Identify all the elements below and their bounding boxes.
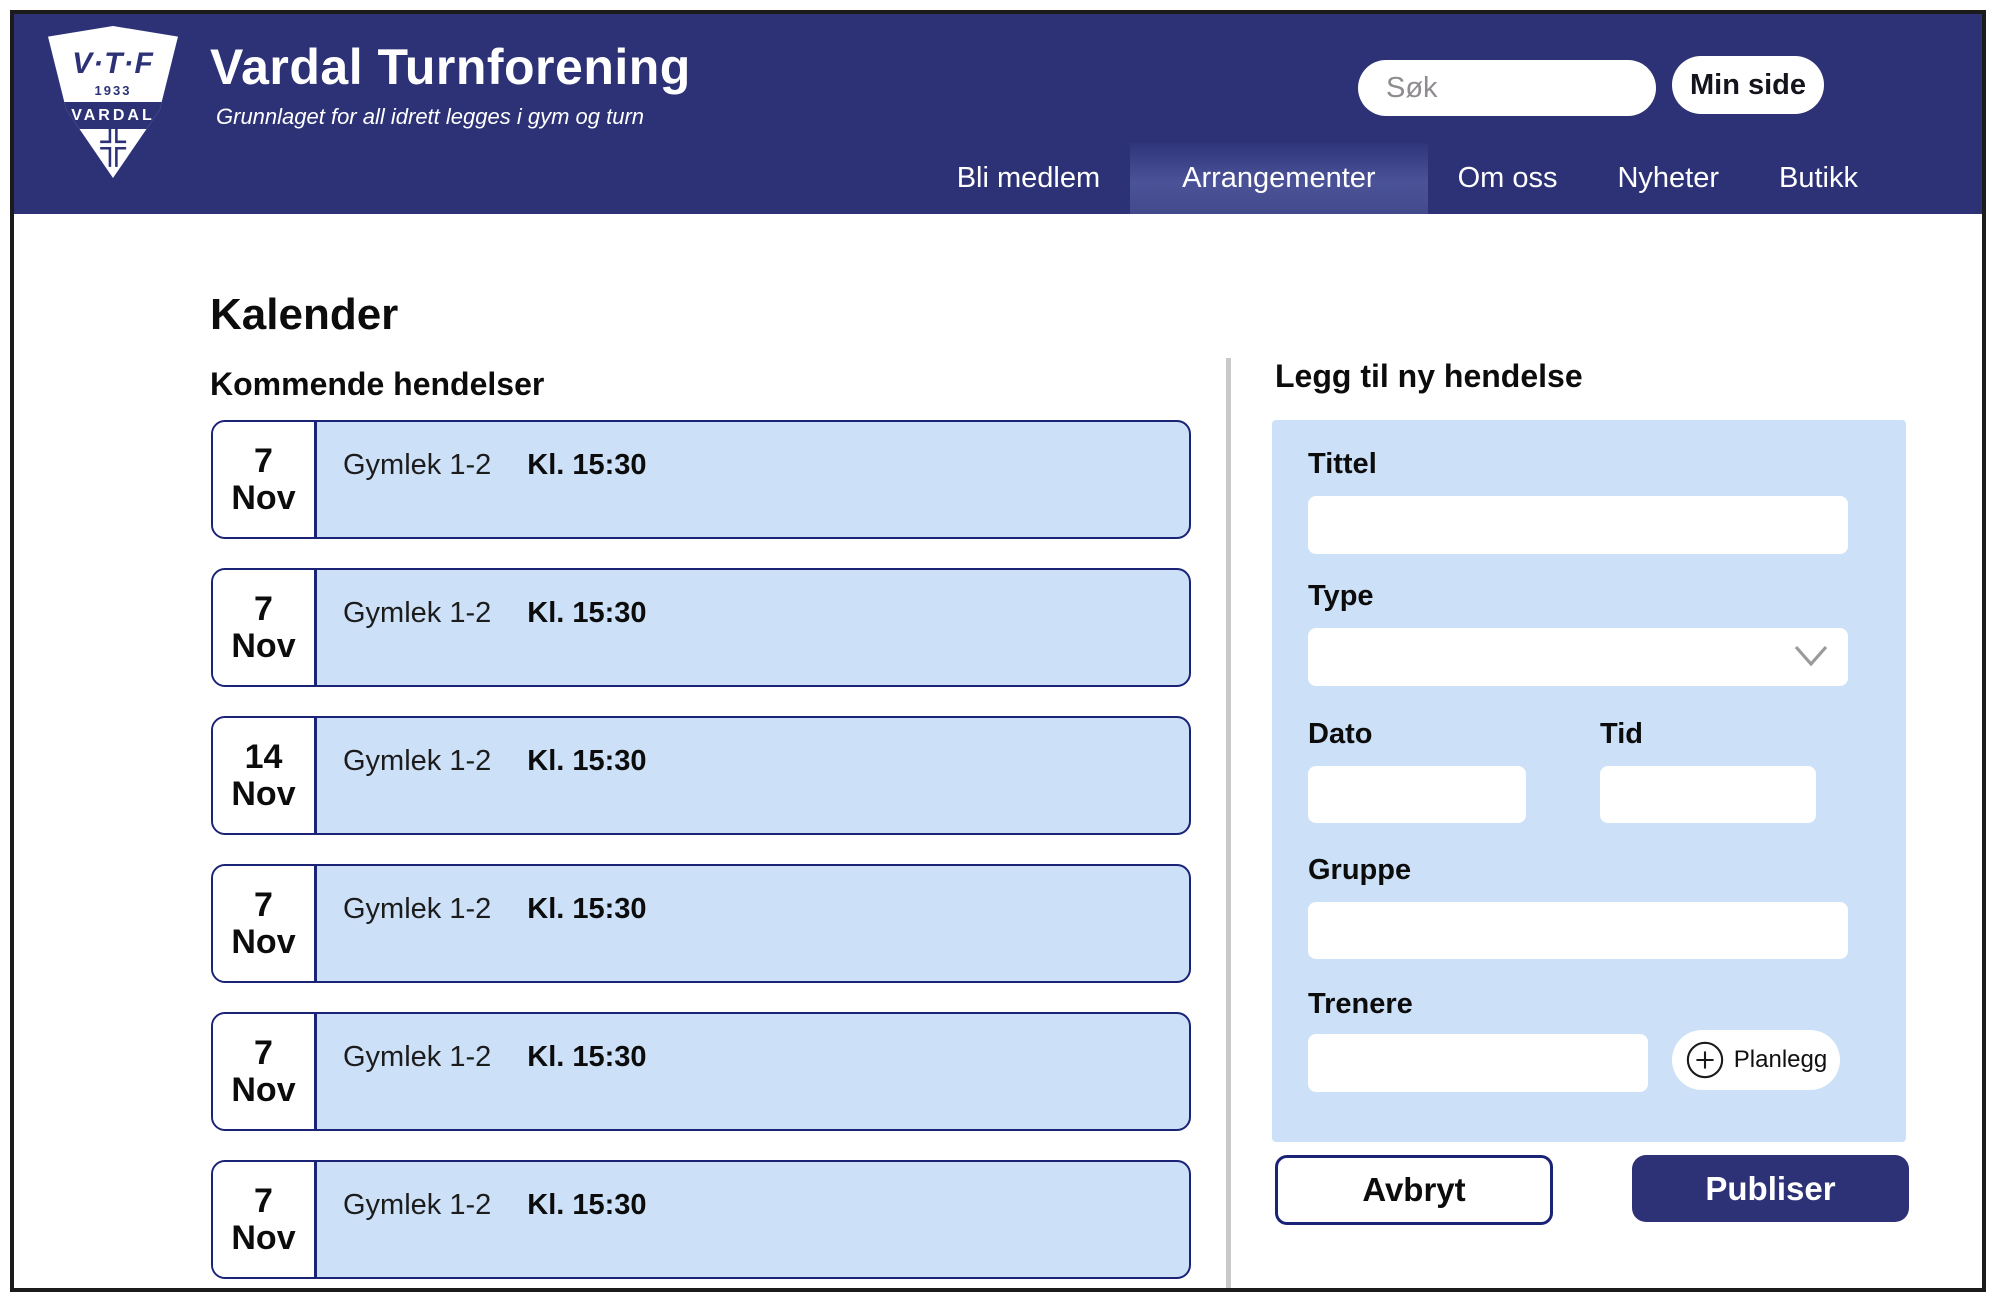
event-card-body: Gymlek 1-2 Kl. 15:30 [317, 1162, 647, 1277]
event-month: Nov [231, 1221, 295, 1255]
main-nav: Bli medlem Arrangementer Om oss Nyheter … [927, 143, 1888, 214]
publish-button[interactable]: Publiser [1632, 1155, 1909, 1222]
trainers-input[interactable] [1308, 1034, 1648, 1092]
logo-cross-icon: ╬ [48, 126, 178, 162]
event-month: Nov [231, 777, 295, 811]
schedule-button[interactable]: Planlegg [1672, 1030, 1840, 1090]
nav-item-bli-medlem[interactable]: Bli medlem [927, 143, 1130, 214]
event-title: Gymlek 1-2 [343, 893, 491, 981]
title-input[interactable] [1308, 496, 1848, 554]
site-tagline: Grunnlaget for all idrett legges i gym o… [216, 104, 644, 130]
club-logo: V·T·F 1933 VARDAL ╬ [48, 26, 178, 178]
event-date-badge: 7 Nov [213, 1014, 317, 1129]
event-date-badge: 14 Nov [213, 718, 317, 833]
logo-shield: V·T·F 1933 VARDAL ╬ [48, 26, 178, 178]
event-list: 7 Nov Gymlek 1-2 Kl. 15:30 7 Nov Gymlek … [211, 420, 1191, 1292]
event-date-badge: 7 Nov [213, 422, 317, 537]
nav-item-butikk[interactable]: Butikk [1749, 143, 1888, 214]
event-date-badge: 7 Nov [213, 570, 317, 685]
time-label: Tid [1600, 718, 1643, 751]
event-card[interactable]: 14 Nov Gymlek 1-2 Kl. 15:30 [211, 716, 1191, 835]
page-canvas: V·T·F 1933 VARDAL ╬ Vardal Turnforening … [0, 0, 1992, 1310]
type-label: Type [1308, 580, 1374, 613]
event-card[interactable]: 7 Nov Gymlek 1-2 Kl. 15:30 [211, 864, 1191, 983]
site-title: Vardal Turnforening [210, 38, 691, 96]
page-title: Kalender [210, 290, 398, 340]
event-title: Gymlek 1-2 [343, 597, 491, 685]
nav-item-om-oss[interactable]: Om oss [1428, 143, 1588, 214]
nav-item-arrangementer[interactable]: Arrangementer [1130, 143, 1427, 214]
my-page-button[interactable]: Min side [1672, 56, 1824, 114]
schedule-button-label: Planlegg [1734, 1046, 1827, 1074]
event-card[interactable]: 7 Nov Gymlek 1-2 Kl. 15:30 [211, 1012, 1191, 1131]
event-time: Kl. 15:30 [527, 597, 646, 685]
add-event-panel: Tittel Type Dato Tid Gruppe Trenere [1272, 420, 1906, 1142]
group-label: Gruppe [1308, 854, 1411, 887]
search-box[interactable] [1358, 60, 1656, 116]
event-card-body: Gymlek 1-2 Kl. 15:30 [317, 718, 647, 833]
event-title: Gymlek 1-2 [343, 1189, 491, 1277]
event-time: Kl. 15:30 [527, 893, 646, 981]
date-label: Dato [1308, 718, 1372, 751]
upcoming-events-heading: Kommende hendelser [210, 366, 544, 403]
title-label: Tittel [1308, 448, 1377, 481]
event-month: Nov [231, 629, 295, 663]
event-card-body: Gymlek 1-2 Kl. 15:30 [317, 1014, 647, 1129]
page-frame: V·T·F 1933 VARDAL ╬ Vardal Turnforening … [10, 10, 1986, 1292]
event-card-body: Gymlek 1-2 Kl. 15:30 [317, 570, 647, 685]
logo-year: 1933 [48, 83, 178, 98]
event-card-body: Gymlek 1-2 Kl. 15:30 [317, 866, 647, 981]
time-input[interactable] [1600, 766, 1816, 823]
event-time: Kl. 15:30 [527, 1041, 646, 1129]
event-card[interactable]: 7 Nov Gymlek 1-2 Kl. 15:30 [211, 1160, 1191, 1279]
event-day: 7 [254, 888, 273, 922]
event-month: Nov [231, 481, 295, 515]
add-event-heading: Legg til ny hendelse [1275, 358, 1583, 395]
date-input[interactable] [1308, 766, 1526, 823]
event-time: Kl. 15:30 [527, 745, 646, 833]
event-day: 7 [254, 444, 273, 478]
event-card-body: Gymlek 1-2 Kl. 15:30 [317, 422, 647, 537]
event-date-badge: 7 Nov [213, 1162, 317, 1277]
event-day: 7 [254, 592, 273, 626]
event-month: Nov [231, 925, 295, 959]
event-time: Kl. 15:30 [527, 1189, 646, 1277]
plus-circle-icon [1685, 1040, 1725, 1080]
event-title: Gymlek 1-2 [343, 449, 491, 537]
event-title: Gymlek 1-2 [343, 745, 491, 833]
event-day: 14 [245, 740, 283, 774]
nav-item-nyheter[interactable]: Nyheter [1587, 143, 1749, 214]
event-card[interactable]: 7 Nov Gymlek 1-2 Kl. 15:30 [211, 568, 1191, 687]
column-divider [1226, 358, 1231, 1290]
event-card[interactable]: 7 Nov Gymlek 1-2 Kl. 15:30 [211, 420, 1191, 539]
event-day: 7 [254, 1036, 273, 1070]
type-select[interactable] [1308, 628, 1848, 686]
group-input[interactable] [1308, 902, 1848, 959]
cancel-button[interactable]: Avbryt [1275, 1155, 1553, 1225]
event-day: 7 [254, 1184, 273, 1218]
event-month: Nov [231, 1073, 295, 1107]
event-title: Gymlek 1-2 [343, 1041, 491, 1129]
event-date-badge: 7 Nov [213, 866, 317, 981]
logo-initials: V·T·F [48, 47, 178, 81]
event-time: Kl. 15:30 [527, 449, 646, 537]
header: V·T·F 1933 VARDAL ╬ Vardal Turnforening … [14, 14, 1982, 214]
trainers-label: Trenere [1308, 988, 1413, 1021]
chevron-down-icon [1794, 645, 1828, 672]
